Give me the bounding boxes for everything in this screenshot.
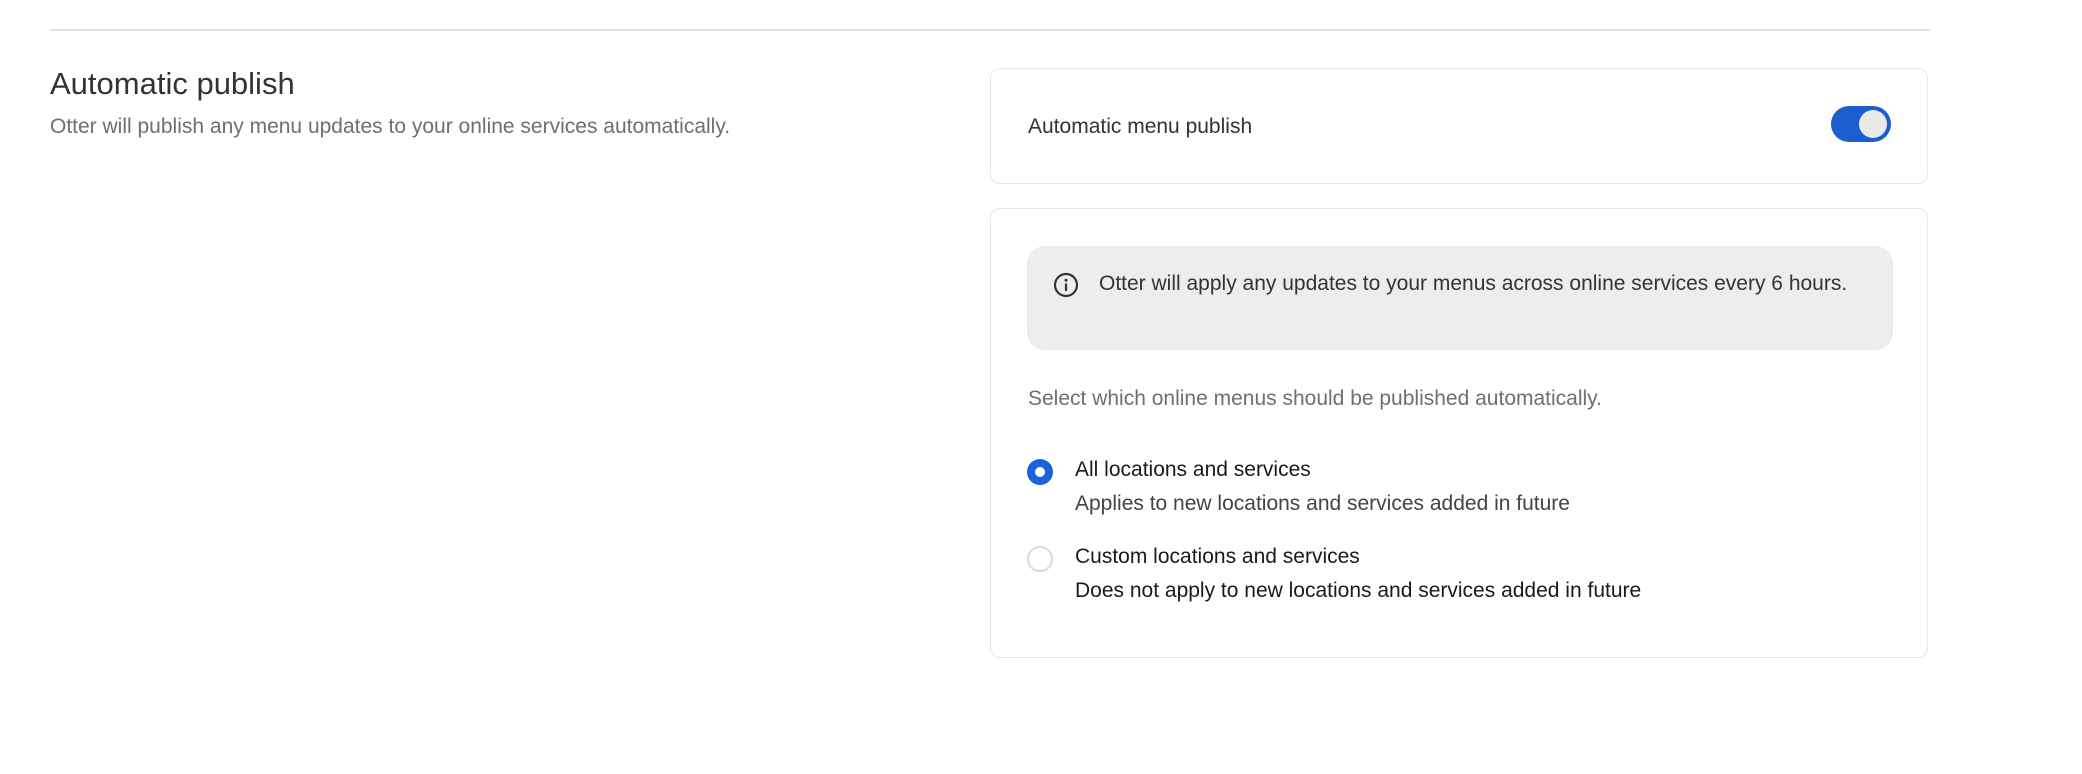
radio-option-title: Custom locations and services (1075, 545, 1360, 568)
section-title: Automatic publish (50, 66, 295, 101)
radio-option-custom-locations[interactable]: Custom locations and services Does not a… (1027, 536, 1887, 606)
automatic-publish-toggle-card: Automatic menu publish (990, 68, 1928, 184)
section-description: Otter will publish any menu updates to y… (50, 115, 731, 138)
section-divider (50, 29, 1930, 31)
info-banner: Otter will apply any updates to your men… (1027, 246, 1893, 350)
select-prompt: Select which online menus should be publ… (1028, 387, 1602, 410)
toggle-knob (1859, 110, 1887, 138)
automatic-menu-publish-toggle[interactable] (1831, 106, 1891, 142)
publish-options-card: Otter will apply any updates to your men… (990, 208, 1928, 658)
radio-option-subtitle: Does not apply to new locations and serv… (1075, 579, 1642, 602)
radio-option-subtitle: Applies to new locations and services ad… (1075, 492, 1570, 515)
radio-option-all-locations[interactable]: All locations and services Applies to ne… (1027, 449, 1887, 519)
radio-button-checked[interactable] (1027, 459, 1053, 485)
info-circle-icon (1053, 272, 1079, 298)
toggle-label: Automatic menu publish (1028, 115, 1253, 138)
radio-option-title: All locations and services (1075, 458, 1311, 481)
radio-button-unchecked[interactable] (1027, 546, 1053, 572)
info-text: Otter will apply any updates to your men… (1099, 272, 1848, 295)
